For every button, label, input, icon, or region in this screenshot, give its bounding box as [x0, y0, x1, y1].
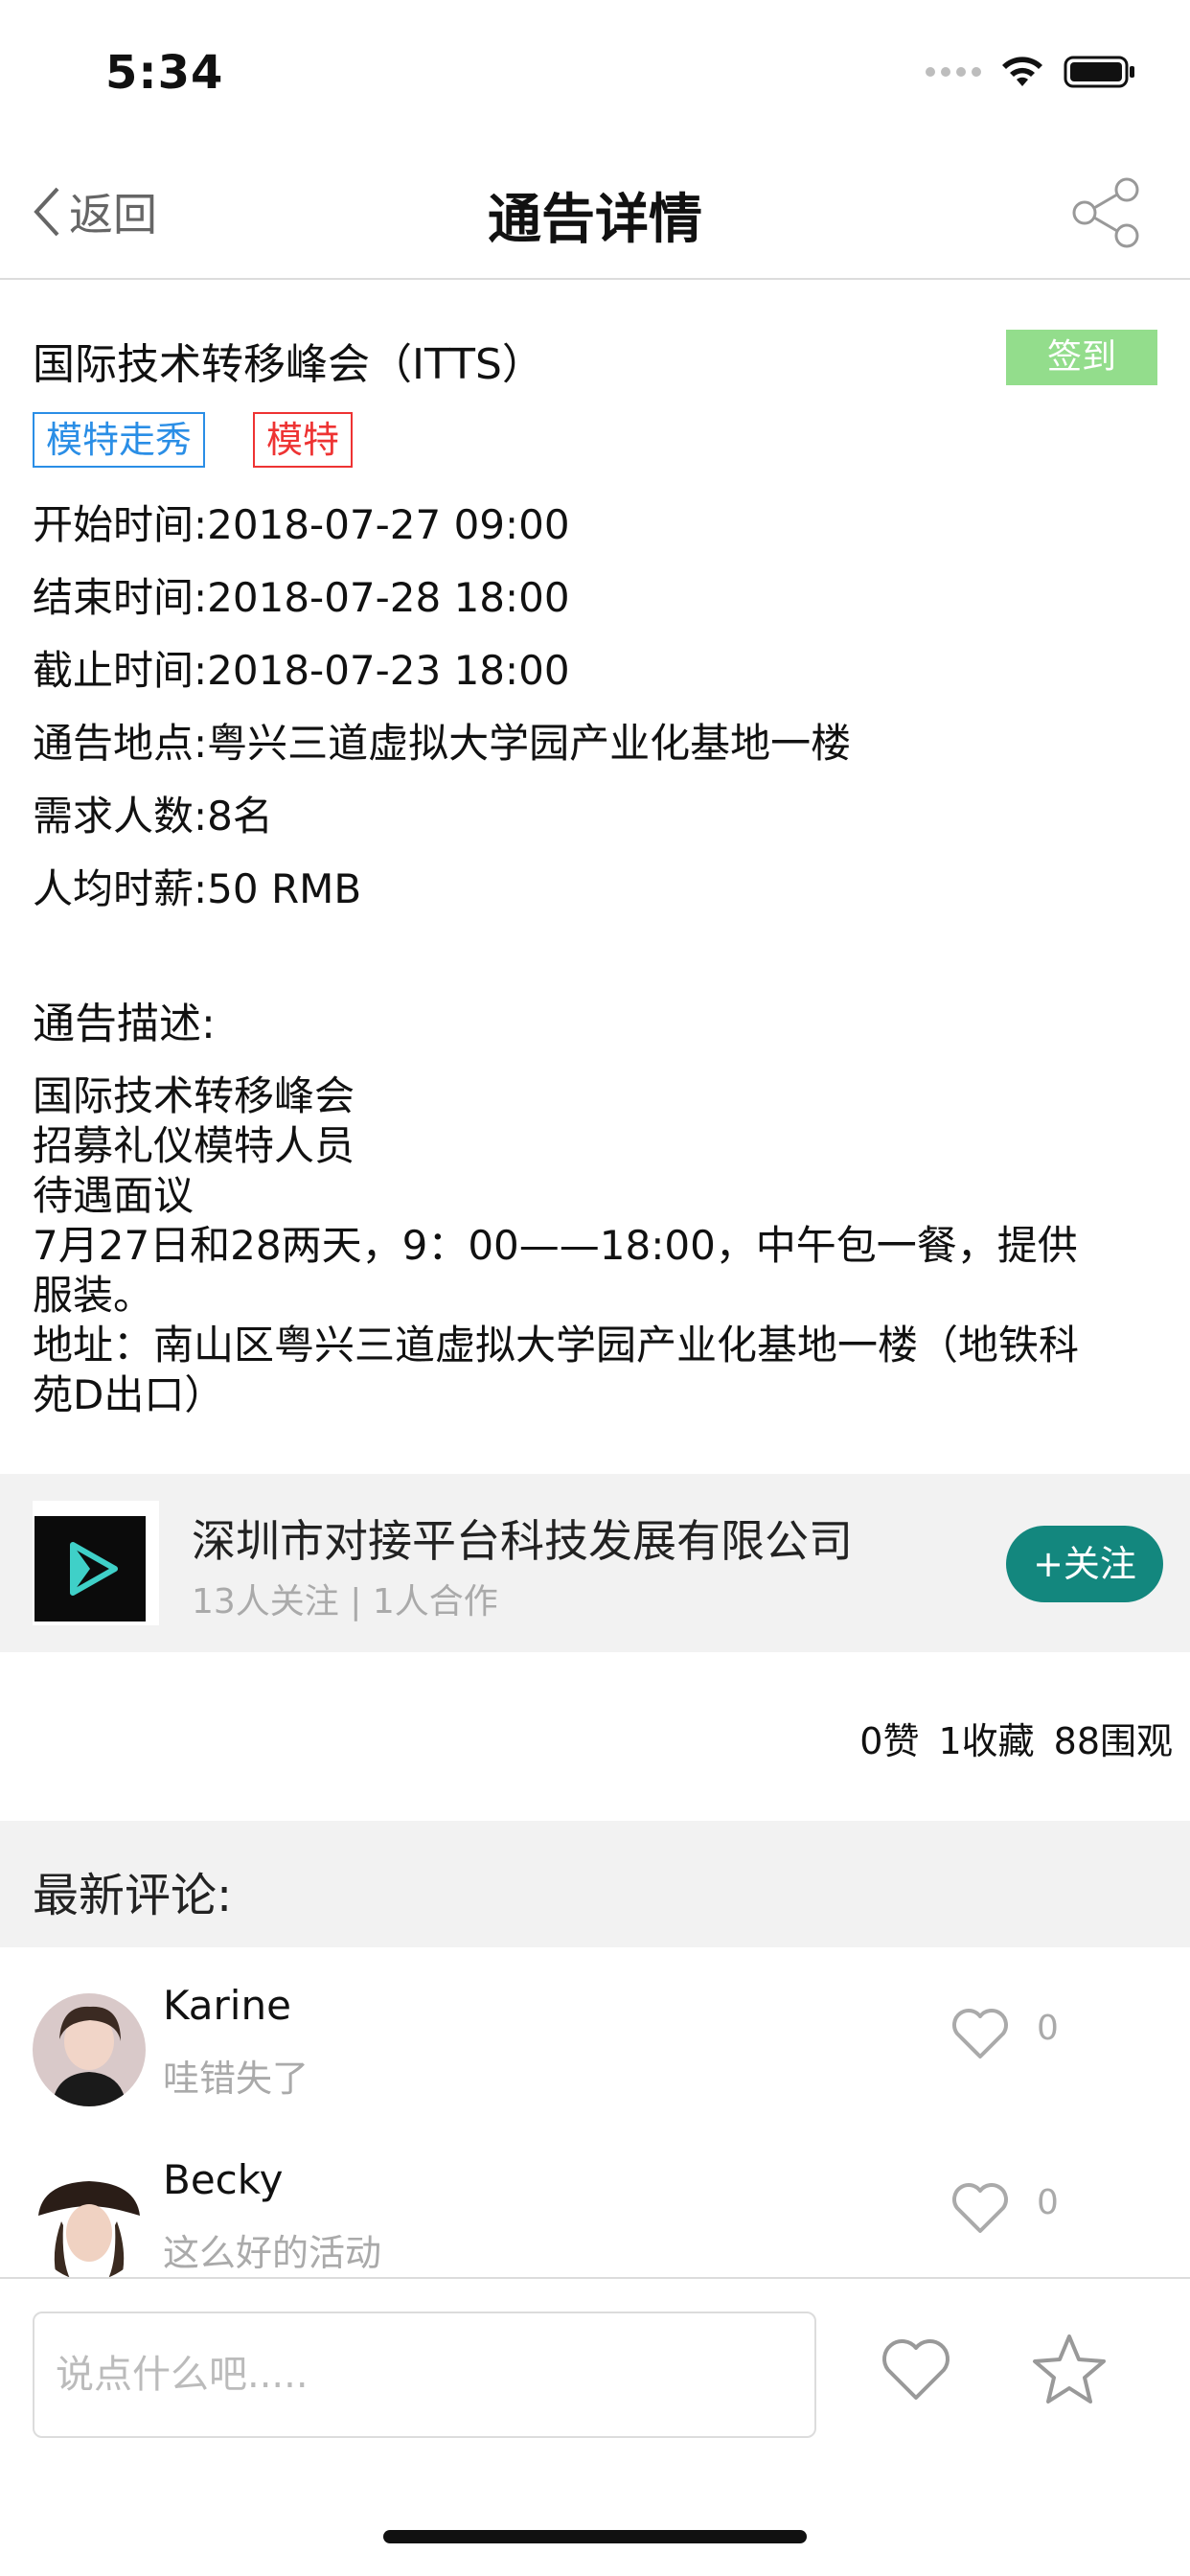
description-line: 苑D出口）: [33, 1371, 225, 1418]
comment-like-count: 0: [1037, 2183, 1059, 2222]
comment-input[interactable]: 说点什么吧.....: [33, 2312, 816, 2438]
description-line: 7月27日和28两天，9：00——18:00，中午包一餐，提供: [33, 1222, 1078, 1269]
heart-icon[interactable]: [950, 2007, 1010, 2060]
comments-header: 最新评论:: [0, 1821, 1190, 1947]
end-time: 结束时间:2018-07-28 18:00: [33, 574, 570, 621]
event-title: 国际技术转移峰会（ITTS）: [33, 340, 544, 389]
star-icon[interactable]: [1031, 2331, 1108, 2407]
description-line: 国际技术转移峰会: [33, 1072, 355, 1119]
home-indicator[interactable]: [383, 2530, 807, 2543]
comment-like-count: 0: [1037, 2009, 1059, 2048]
status-time: 5:34: [105, 46, 224, 100]
company-name: 深圳市对接平台科技发展有限公司: [192, 1515, 853, 1567]
event-location: 通告地点:粤兴三道虚拟大学园产业化基地一楼: [33, 720, 852, 767]
page-title: 通告详情: [488, 189, 702, 251]
status-bar: 5:34: [0, 0, 1190, 144]
play-logo-icon: [70, 1542, 118, 1596]
description-line: 服装。: [33, 1272, 154, 1319]
company-logo: [33, 1501, 159, 1625]
deadline-time: 截止时间:2018-07-23 18:00: [33, 647, 570, 694]
hourly-pay: 人均时薪:50 RMB: [33, 865, 362, 912]
comment-author: Becky: [163, 2156, 284, 2203]
signal-icon: [926, 67, 981, 77]
heart-icon[interactable]: [950, 2181, 1010, 2235]
avatar[interactable]: [33, 1993, 146, 2106]
comment-text: 这么好的活动: [163, 2232, 382, 2274]
wifi-icon: [1002, 57, 1042, 86]
views-count: 88围观: [1053, 1720, 1173, 1762]
description-line: 地址：南山区粤兴三道虚拟大学园产业化基地一楼（地铁科: [33, 1322, 1080, 1368]
heart-icon[interactable]: [880, 2336, 952, 2404]
tag-model: 模特: [253, 412, 354, 468]
company-card[interactable]: 深圳市对接平台科技发展有限公司 13人关注 | 1人合作 +关注: [0, 1474, 1190, 1652]
likes-count: 0赞: [859, 1720, 920, 1762]
status-icons: [926, 54, 1136, 90]
description-body: 国际技术转移峰会 招募礼仪模特人员 待遇面议 7月27日和28两天，9：00——…: [33, 1071, 1163, 1420]
engagement-stats: 0赞 1收藏 88围观: [859, 1712, 1173, 1764]
tag-model-show: 模特走秀: [33, 412, 206, 468]
start-time: 开始时间:2018-07-27 09:00: [33, 501, 570, 548]
event-tags: 模特走秀 模特: [33, 412, 354, 468]
description-line: 待遇面议: [33, 1172, 195, 1219]
comment-item: Karine 哇错失了 0: [0, 1966, 1190, 2139]
avatar[interactable]: [33, 2168, 146, 2281]
checkin-button[interactable]: 签到: [1006, 330, 1157, 385]
comments-title: 最新评论:: [33, 1869, 233, 1922]
headcount: 需求人数:8名: [33, 793, 273, 840]
comment-author: Karine: [163, 1982, 291, 2029]
nav-bar: 返回 通告详情: [0, 144, 1190, 280]
follow-button[interactable]: +关注: [1006, 1526, 1163, 1602]
share-icon[interactable]: [1071, 176, 1144, 249]
company-stats: 13人关注 | 1人合作: [192, 1582, 498, 1622]
description-line: 招募礼仪模特人员: [33, 1122, 355, 1169]
description-title: 通告描述:: [33, 1000, 216, 1048]
favorites-count: 1收藏: [938, 1720, 1035, 1762]
comment-text: 哇错失了: [163, 2058, 309, 2100]
battery-icon: [1064, 56, 1134, 88]
